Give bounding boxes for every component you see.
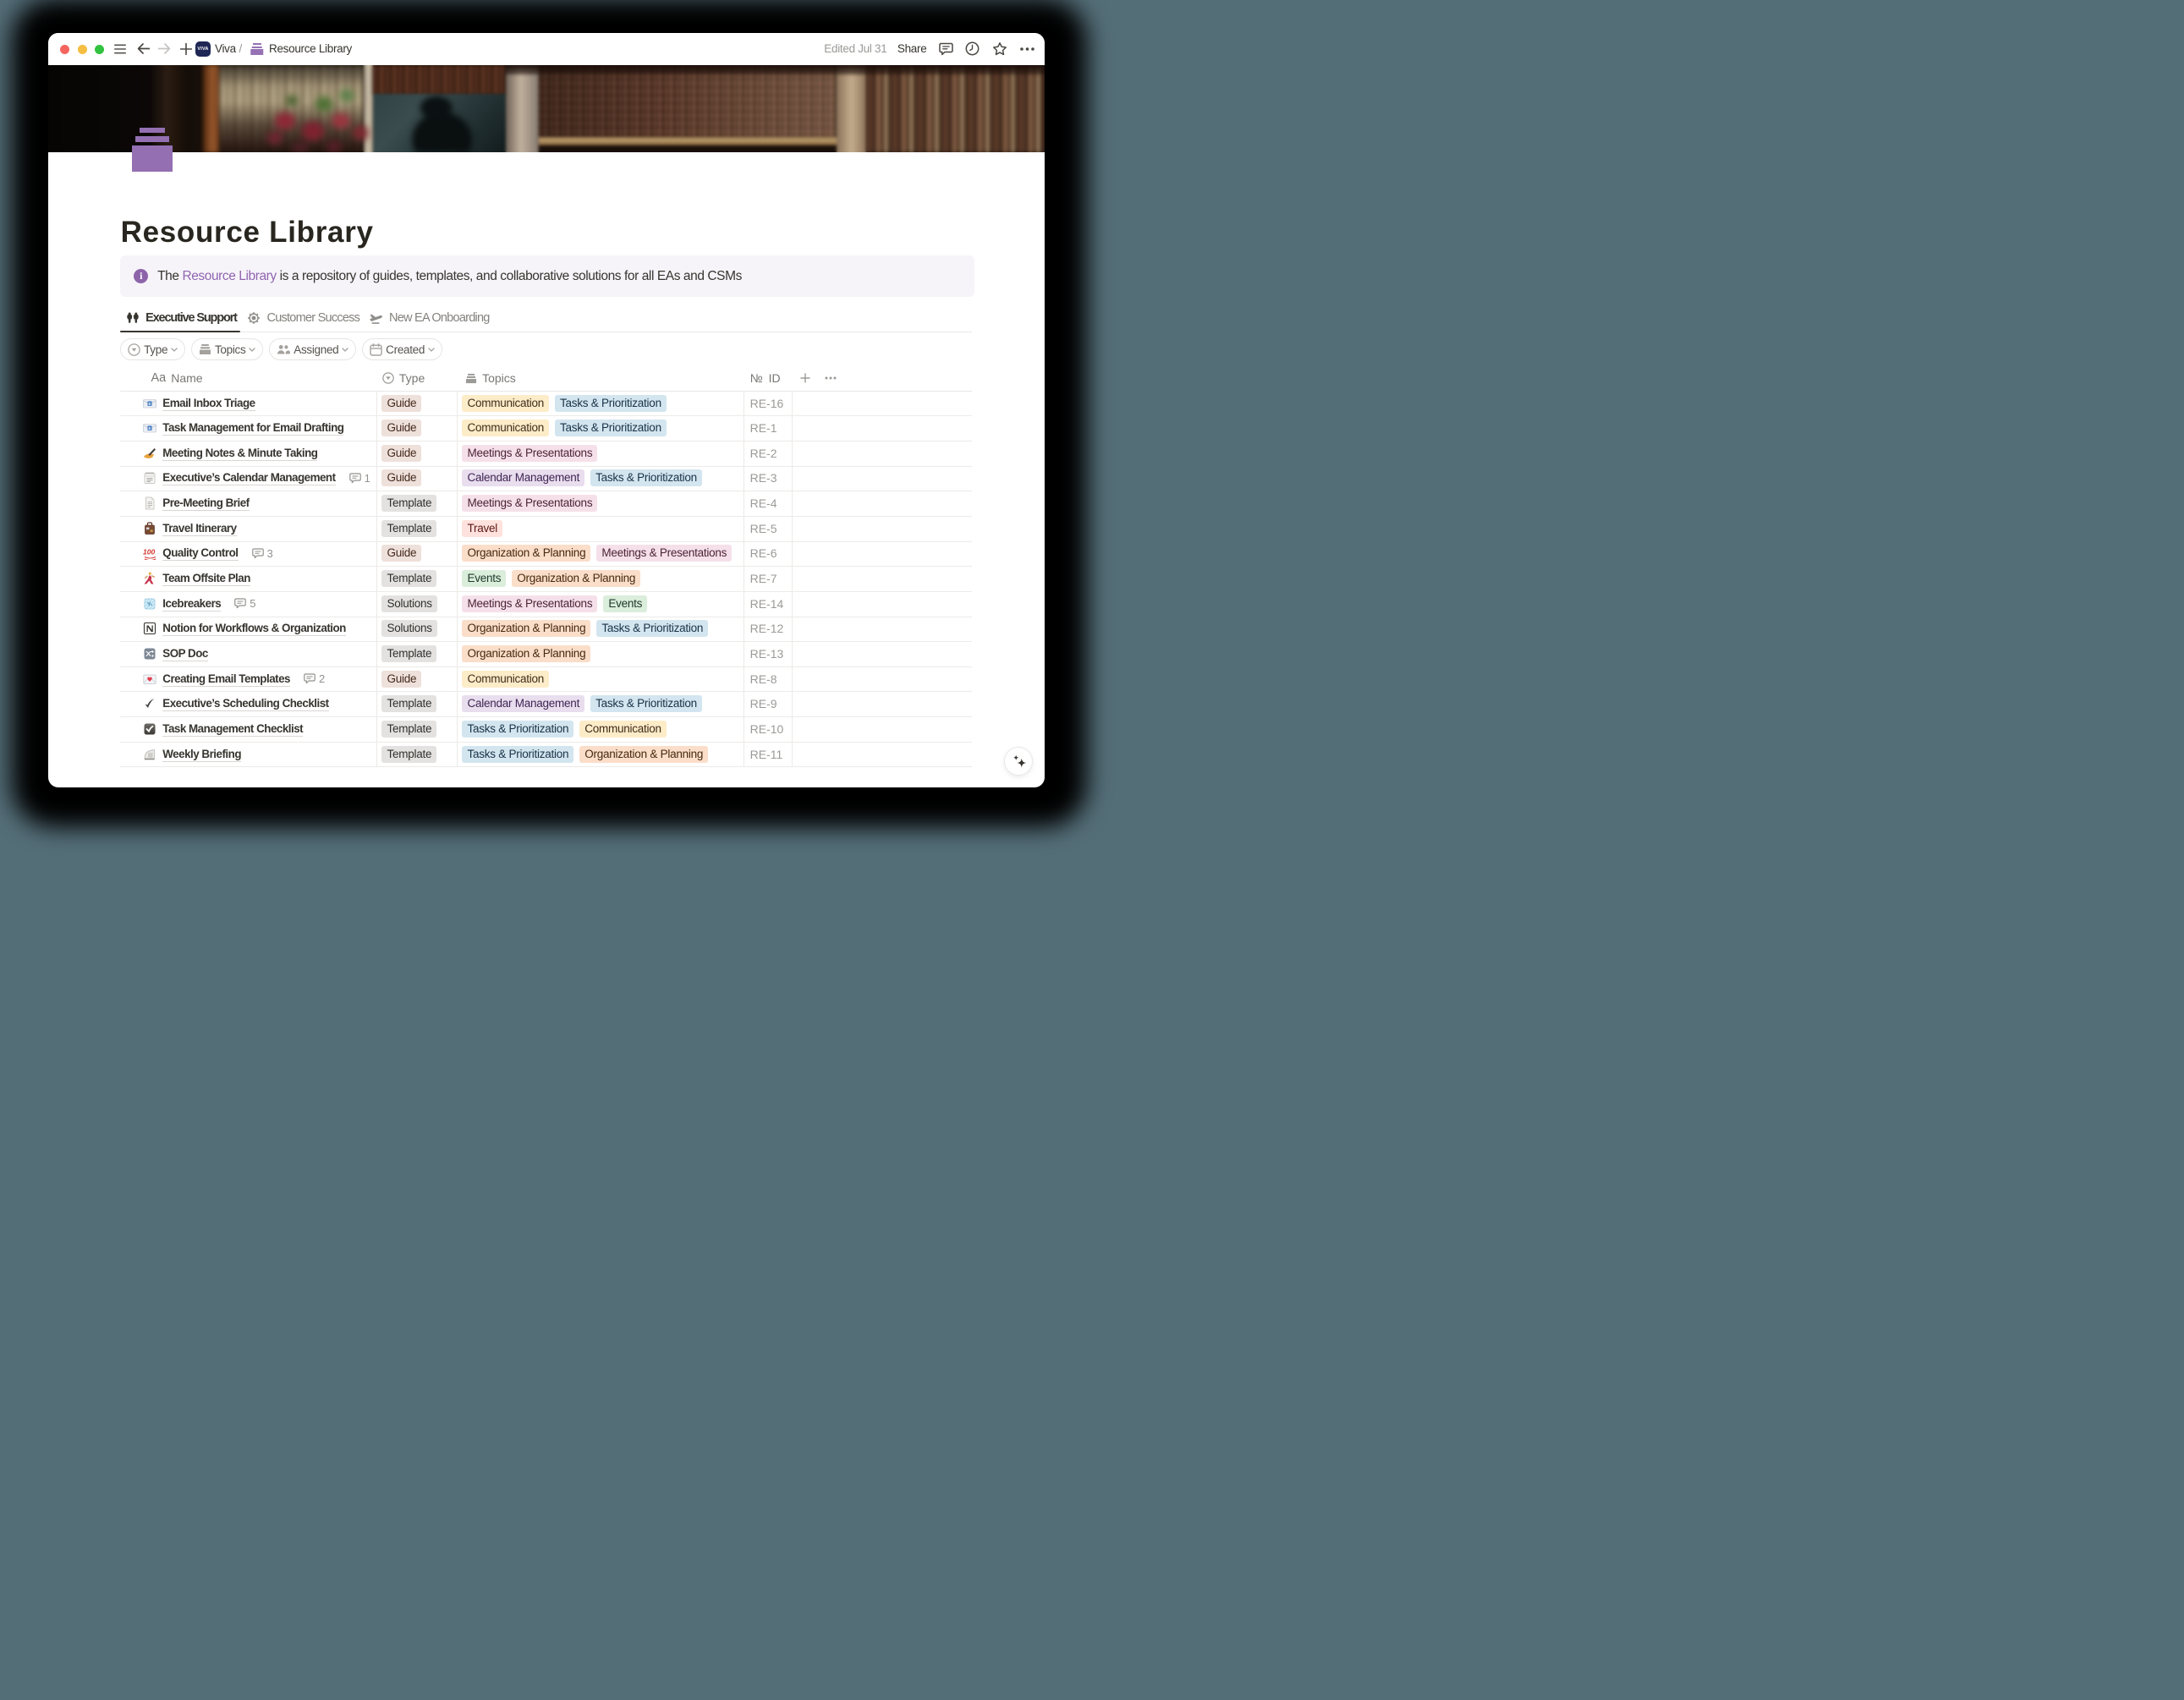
svg-text:100: 100	[143, 548, 155, 557]
svg-text:E: E	[149, 426, 151, 430]
svg-text:E: E	[149, 401, 151, 405]
